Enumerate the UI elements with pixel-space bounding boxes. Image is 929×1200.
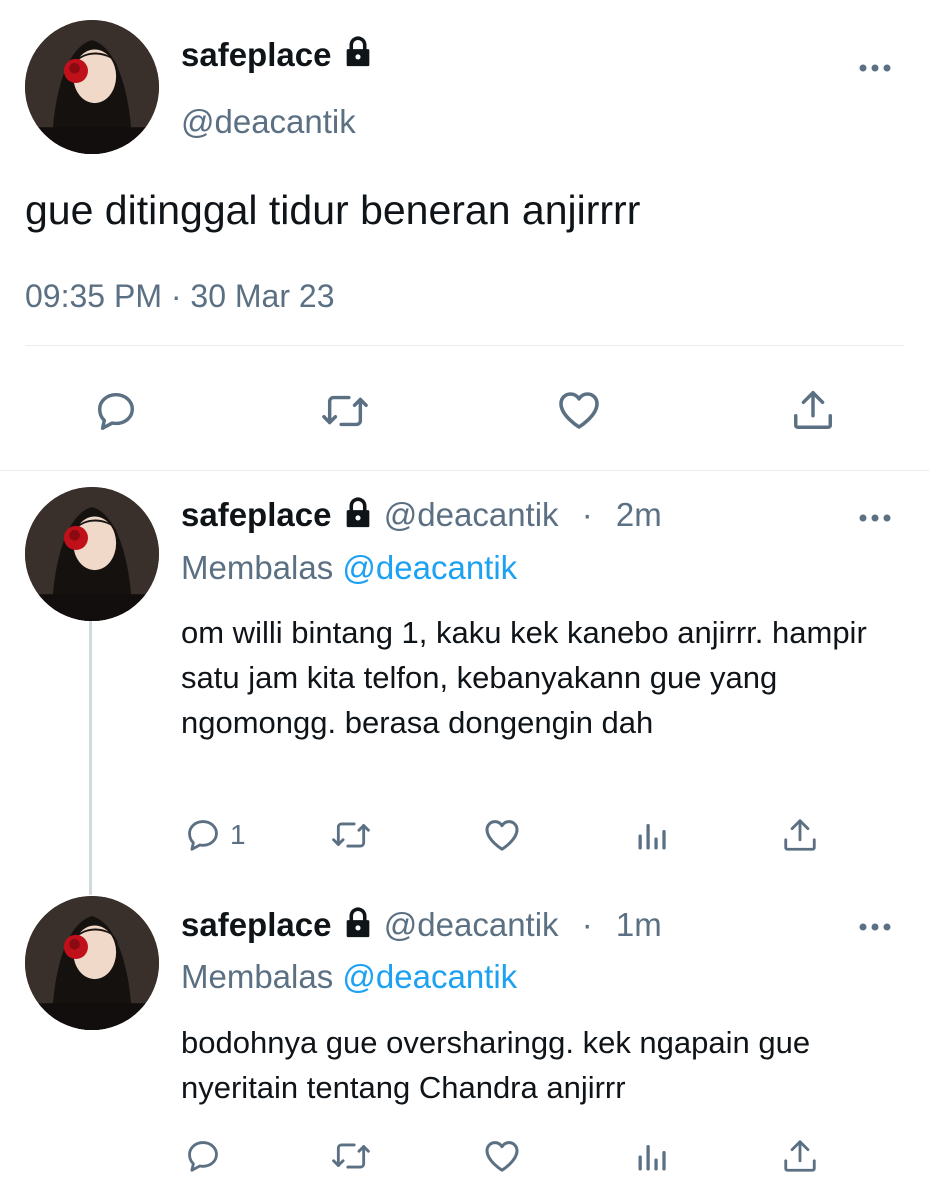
handle[interactable]: @deacantik xyxy=(384,496,559,533)
time-ago[interactable]: 1m xyxy=(616,906,662,943)
retweet-button[interactable] xyxy=(330,816,372,854)
like-icon xyxy=(485,1141,519,1172)
share-icon xyxy=(784,819,816,851)
share-icon xyxy=(794,391,832,429)
share-icon xyxy=(784,1140,816,1172)
replying-prefix: Membalas xyxy=(181,549,334,586)
meta-separator: · xyxy=(581,906,593,943)
avatar[interactable] xyxy=(25,487,159,621)
avatar-image xyxy=(25,896,159,1030)
reply-button[interactable]: 1 xyxy=(184,816,246,854)
more-icon[interactable] xyxy=(858,60,892,78)
analytics-button[interactable] xyxy=(634,1139,670,1175)
meta-separator: · xyxy=(581,496,593,533)
tweet-text: gue ditinggal tidur beneran anjirrrr xyxy=(25,187,641,233)
display-name[interactable]: safeplace xyxy=(181,906,331,943)
lock-icon xyxy=(341,35,375,79)
lock-icon xyxy=(341,906,375,949)
share-button[interactable] xyxy=(781,815,819,855)
reply-icon xyxy=(188,820,218,851)
analytics-icon xyxy=(638,824,666,850)
handle[interactable]: @deacantik xyxy=(181,101,356,143)
display-name[interactable]: safeplace xyxy=(181,36,331,73)
avatar[interactable] xyxy=(25,896,159,1030)
analytics-button[interactable] xyxy=(634,818,670,854)
analytics-icon xyxy=(638,1145,666,1171)
reply-count: 1 xyxy=(230,819,246,850)
divider xyxy=(25,345,904,346)
time-ago[interactable]: 2m xyxy=(616,496,662,533)
retweet-button[interactable] xyxy=(330,1137,372,1175)
avatar[interactable] xyxy=(25,20,159,154)
like-button[interactable] xyxy=(482,815,522,855)
reply-button[interactable] xyxy=(184,1137,222,1175)
replying-to-link[interactable]: @deacantik xyxy=(342,958,517,995)
like-icon xyxy=(485,820,519,851)
reply-icon xyxy=(188,1141,218,1172)
retweet-icon xyxy=(332,1143,370,1169)
thread-line xyxy=(89,620,92,895)
more-icon[interactable] xyxy=(858,510,892,528)
retweet-icon xyxy=(332,822,370,848)
retweet-icon xyxy=(322,395,368,427)
tweet-timestamp[interactable]: 09:35 PM · 30 Mar 23 xyxy=(25,276,334,316)
avatar-image xyxy=(25,487,159,621)
reply-button[interactable] xyxy=(93,388,139,434)
reply-text: bodohnya gue oversharingg. kek ngapain g… xyxy=(181,1025,811,1105)
display-name[interactable]: safeplace xyxy=(181,496,331,533)
share-button[interactable] xyxy=(781,1136,819,1176)
avatar-image xyxy=(25,20,159,154)
reply-icon xyxy=(97,392,135,430)
lock-icon xyxy=(341,496,375,539)
retweet-button[interactable] xyxy=(320,388,370,434)
reply-text: om willi bintang 1, kaku kek kanebo anji… xyxy=(181,615,867,740)
section-divider xyxy=(0,470,929,471)
replying-prefix: Membalas xyxy=(181,958,334,995)
more-icon[interactable] xyxy=(858,919,892,937)
replying-to-link[interactable]: @deacantik xyxy=(342,549,517,586)
like-button[interactable] xyxy=(482,1136,522,1176)
share-button[interactable] xyxy=(790,386,836,434)
like-icon xyxy=(559,392,599,429)
like-button[interactable] xyxy=(555,386,603,434)
handle[interactable]: @deacantik xyxy=(384,906,559,943)
